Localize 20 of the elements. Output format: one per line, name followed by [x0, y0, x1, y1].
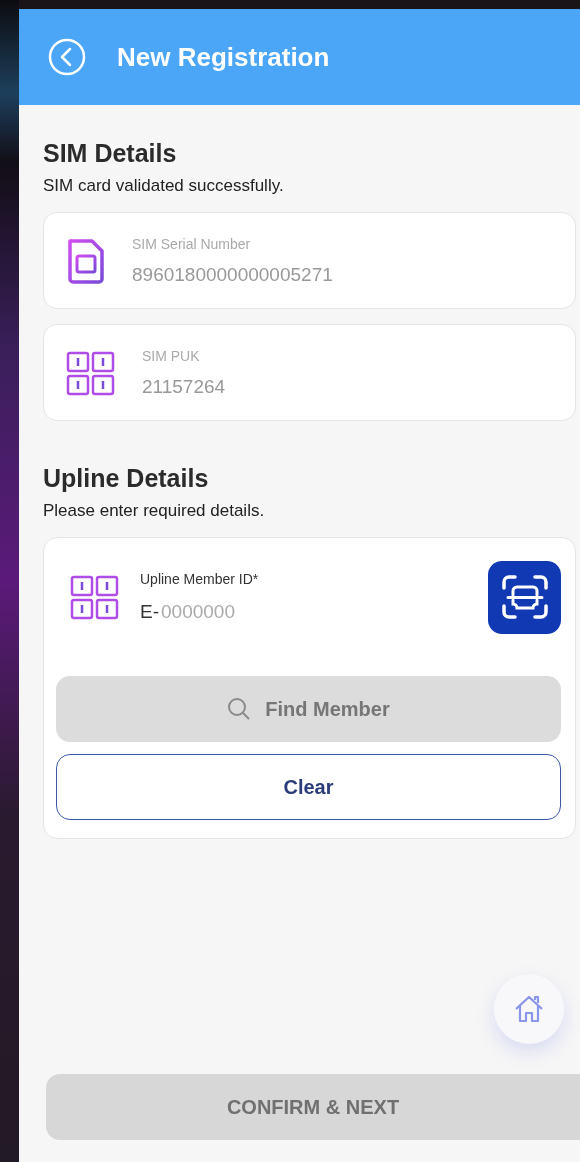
field-value: 21157264 [142, 375, 226, 398]
screen-title: New Registration [117, 41, 330, 73]
section-subtitle: Please enter required details. [43, 501, 266, 521]
clear-button[interactable]: Clear [56, 754, 561, 820]
field-label: Upline Member ID* [140, 571, 260, 587]
keypad-icon [70, 573, 120, 621]
scan-icon [499, 574, 550, 620]
section-title: SIM Details [43, 139, 178, 168]
section-title: Upline Details [43, 464, 210, 493]
member-id-input[interactable]: 0000000 [161, 601, 291, 623]
home-icon [513, 993, 545, 1025]
back-button[interactable] [47, 37, 87, 77]
field-value: 8960180000000005271 [132, 263, 333, 286]
field-label: SIM Serial Number [132, 235, 252, 252]
section-subtitle: SIM card validated successfully. [43, 176, 285, 196]
search-icon [227, 697, 252, 721]
scan-button[interactable] [488, 560, 561, 634]
sim-card-icon [66, 236, 106, 285]
id-prefix: E- [140, 601, 159, 623]
field-label: SIM PUK [142, 347, 201, 364]
